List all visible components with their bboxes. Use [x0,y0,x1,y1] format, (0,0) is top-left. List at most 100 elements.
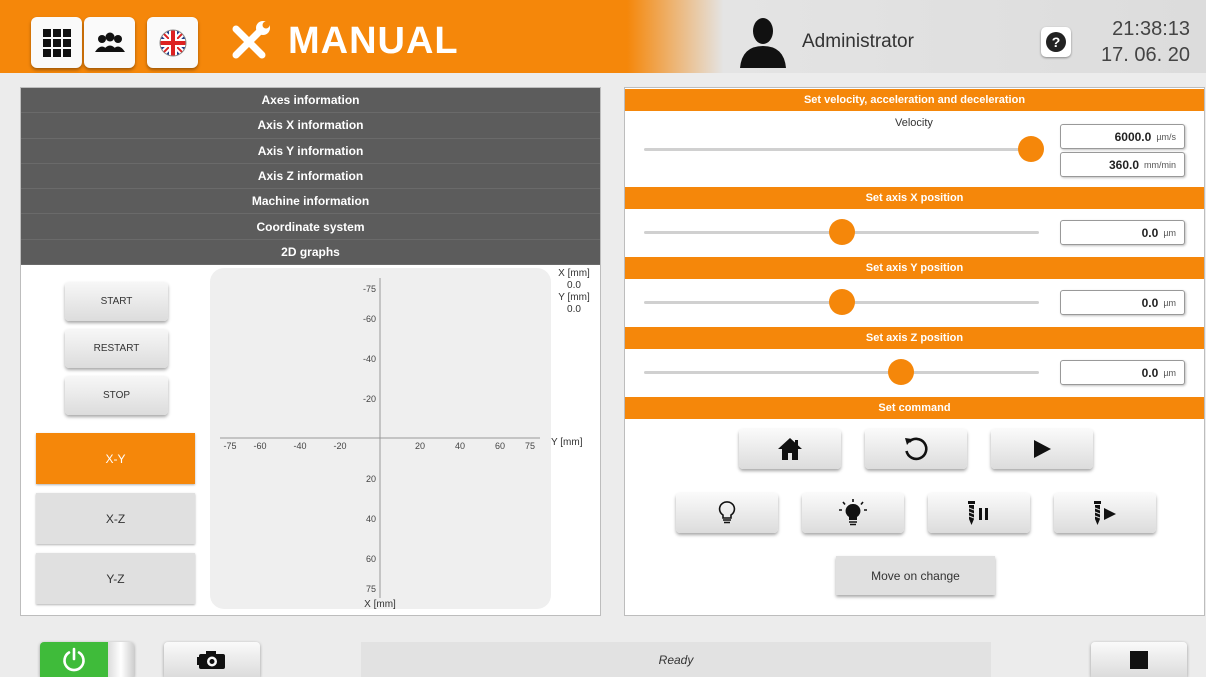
xy-plot[interactable]: -75 -60 -40 -20 20 40 60 75 -75 -60 -40 -20 20 40 60 75… [210,268,551,610]
play-button[interactable] [991,429,1093,469]
y-tick-label: 20 [366,474,376,484]
info-accordion: Axes information Axis X information Axis… [21,88,600,266]
accordion-coordinate-system[interactable]: Coordinate system [21,214,600,240]
start-button[interactable]: START [65,282,168,321]
plot-svg: -75 -60 -40 -20 20 40 60 75 -75 -60 -40 -20 20 40 60 75… [220,278,540,610]
reset-button[interactable] [865,429,967,469]
bulb-on-icon [839,499,867,526]
page-title-block: MANUAL [228,16,459,66]
user-icon [740,18,786,68]
x-tick-label: 60 [495,441,505,451]
spindle-play-icon [1094,501,1116,525]
velocity-unit-2: mm/min [1144,159,1176,170]
x-tick-label: -20 [333,441,346,451]
axis-z-slider-knob[interactable] [887,359,914,385]
y-tick-label: -75 [363,284,376,294]
y-tick-label: 60 [366,554,376,564]
left-panel: Axes information Axis X information Axis… [20,87,601,616]
emergency-stop-button[interactable] [1091,642,1187,677]
users-icon [94,32,125,52]
reset-icon [905,437,928,461]
clock-date: 17. 06. 20 [1101,44,1190,66]
velocity-slider-track[interactable] [644,148,1039,151]
language-button[interactable] [147,17,198,68]
camera-gear-icon [197,650,225,669]
top-bar: MANUAL Administrator ? 21:38:13 17. 06. … [0,0,1206,73]
stop-square-icon [1130,650,1148,669]
x-tick-label: 75 [525,441,535,451]
view-yz-button[interactable]: Y-Z [36,553,195,604]
view-xz-button[interactable]: X-Z [36,493,195,544]
home-icon [778,438,802,460]
accordion-axes-information[interactable]: Axes information [21,88,600,114]
axis-y-field[interactable]: 0.0 µm [1060,290,1185,315]
x-tick-label: -40 [293,441,306,451]
x-tick-label: -60 [253,441,266,451]
view-xy-button[interactable]: X-Y [36,433,195,484]
light-on-button[interactable] [802,493,904,533]
spindle-play-button[interactable] [1054,493,1156,533]
axis-z-value: 0.0 [1141,365,1159,380]
bulb-off-icon [718,501,736,524]
page-title: MANUAL [288,19,459,62]
axis-x-slider-knob[interactable] [828,219,855,245]
readout-y-label: Y [mm] [558,292,590,303]
y-tick-label: -60 [363,314,376,324]
power-toggle[interactable] [40,642,134,677]
axis-x-value: 0.0 [1141,225,1159,240]
right-panel: Set velocity, acceleration and decelerat… [624,87,1205,616]
grid-icon [42,28,71,57]
clock-time: 21:38:13 [1112,18,1190,40]
uk-flag-icon [159,29,186,56]
readout-x-label: X [mm] [558,268,590,279]
spindle-pause-icon [968,501,988,525]
axis-y-slider-knob[interactable] [828,289,855,315]
help-button[interactable]: ? [1041,27,1071,57]
stop-button[interactable]: STOP [65,376,168,415]
power-icon [63,647,85,671]
axis-y-value: 0.0 [1141,295,1159,310]
users-button[interactable] [84,17,135,68]
menu-grid-button[interactable] [31,17,82,68]
y-tick-label: -20 [363,394,376,404]
plot-vertical-axis-label: X [mm] [364,599,396,609]
velocity-value-2: 360.0 [1108,157,1139,172]
y-tick-label: 75 [366,584,376,594]
y-tick-label: 40 [366,514,376,524]
home-button[interactable] [739,429,841,469]
spindle-pause-button[interactable] [928,493,1030,533]
plot-horizontal-axis-label: Y [mm] [551,437,583,448]
velocity-section-header: Set velocity, acceleration and decelerat… [625,89,1204,111]
accordion-machine-information[interactable]: Machine information [21,189,600,215]
axis-z-field[interactable]: 0.0 µm [1060,360,1185,385]
accordion-axis-x-information[interactable]: Axis X information [21,113,600,139]
velocity-slider-knob[interactable] [1018,136,1045,162]
status-bar: Ready [361,642,991,677]
user-block[interactable]: Administrator [738,16,914,68]
light-off-button[interactable] [676,493,778,533]
play-icon [1034,440,1051,458]
x-tick-label: 40 [455,441,465,451]
velocity-ums-field[interactable]: 6000.0 µm/s [1060,124,1185,149]
velocity-label: Velocity [895,117,933,129]
help-icon: ? [1046,32,1066,52]
camera-button[interactable] [164,642,260,677]
accordion-2d-graphs[interactable]: 2D graphs [21,239,600,266]
accordion-axis-y-information[interactable]: Axis Y information [21,138,600,164]
axis-x-section-header: Set axis X position [625,187,1204,209]
accordion-axis-z-information[interactable]: Axis Z information [21,163,600,190]
axis-y-section-header: Set axis Y position [625,257,1204,279]
readout-y-value: 0.0 [567,304,581,315]
move-on-change-button[interactable]: Move on change [836,556,995,595]
velocity-mmmin-field[interactable]: 360.0 mm/min [1060,152,1185,177]
axis-z-unit: µm [1163,367,1176,378]
velocity-unit: µm/s [1156,131,1176,142]
y-tick-label: -40 [363,354,376,364]
axis-x-field[interactable]: 0.0 µm [1060,220,1185,245]
velocity-value: 6000.0 [1114,129,1152,144]
user-name: Administrator [802,31,914,52]
readout-x-value: 0.0 [567,280,581,291]
restart-button[interactable]: RESTART [65,329,168,368]
power-toggle-slider [108,642,134,677]
axis-z-slider-track[interactable] [644,371,1039,374]
